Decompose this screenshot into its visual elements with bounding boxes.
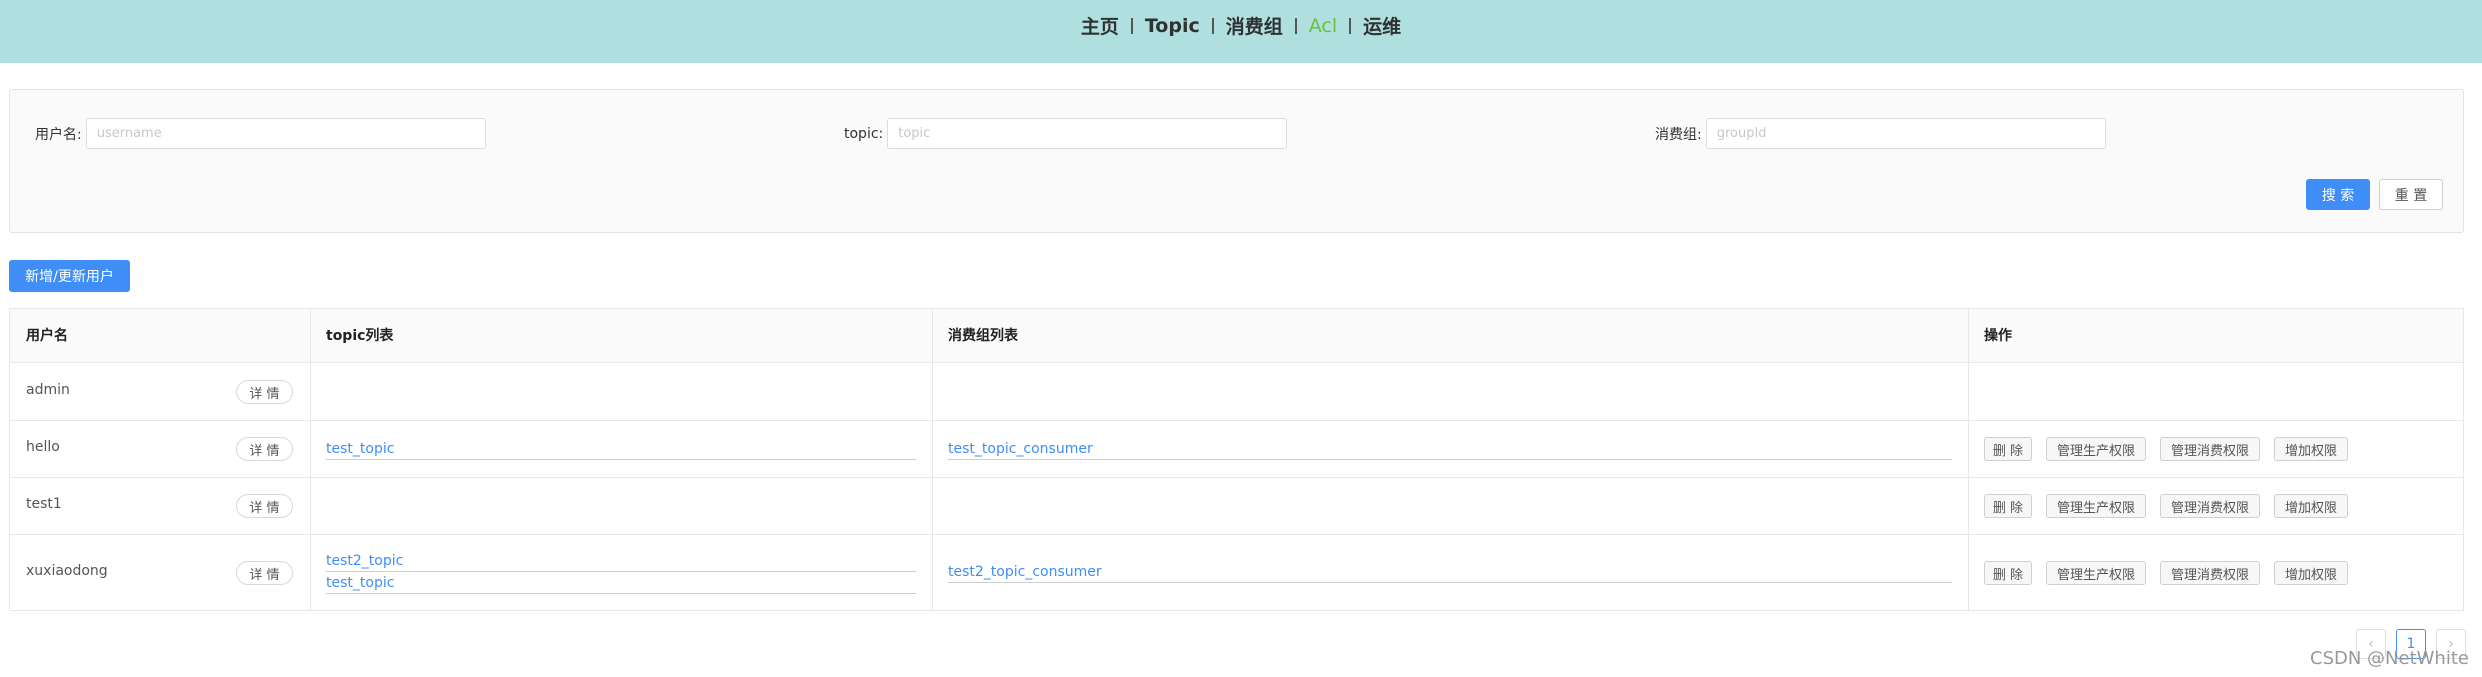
username-input[interactable]: [85, 118, 486, 149]
delete-button[interactable]: 删 除: [1984, 561, 2032, 585]
group-field: 消费组:: [1655, 118, 2106, 149]
add-permission-button[interactable]: 增加权限: [2274, 494, 2348, 518]
manage-produce-permission-button[interactable]: 管理生产权限: [2046, 494, 2146, 518]
group-link[interactable]: test2_topic_consumer: [948, 562, 1952, 583]
nav-ops[interactable]: 运维: [1363, 12, 1401, 39]
row-username: xuxiaodong: [26, 563, 108, 579]
username-field: 用户名:: [35, 118, 486, 149]
delete-button[interactable]: 删 除: [1984, 494, 2032, 518]
nav-separator: [1349, 17, 1352, 34]
manage-produce-permission-button[interactable]: 管理生产权限: [2046, 437, 2146, 461]
manage-consume-permission-button[interactable]: 管理消费权限: [2160, 561, 2260, 585]
table-row: hello 详 情 test_topic test_topic_consumer…: [10, 421, 2463, 478]
detail-button[interactable]: 详 情: [236, 437, 293, 461]
topic-input[interactable]: [887, 118, 1288, 149]
add-permission-button[interactable]: 增加权限: [2274, 561, 2348, 585]
header-username: 用户名: [26, 328, 68, 344]
header-topic-list: topic列表: [326, 328, 394, 344]
table-header: 用户名 topic列表 消费组列表 操作: [10, 309, 2463, 363]
topic-link[interactable]: test_topic: [326, 439, 916, 460]
delete-button[interactable]: 删 除: [1984, 437, 2032, 461]
search-button[interactable]: 搜 索: [2306, 179, 2370, 210]
reset-button[interactable]: 重 置: [2379, 179, 2443, 210]
nav-topic[interactable]: Topic: [1145, 15, 1200, 37]
topic-field: topic:: [844, 118, 1288, 149]
row-username: test1: [26, 496, 62, 512]
table-row: test1 详 情 删 除 管理生产权限 管理消费权限 增加权限: [10, 478, 2463, 535]
top-navigation: 主页 Topic 消费组 Acl 运维: [0, 0, 2482, 63]
nav-acl[interactable]: Acl: [1309, 15, 1337, 37]
manage-produce-permission-button[interactable]: 管理生产权限: [2046, 561, 2146, 585]
username-label: 用户名:: [35, 126, 82, 143]
add-permission-button[interactable]: 增加权限: [2274, 437, 2348, 461]
detail-button[interactable]: 详 情: [236, 380, 293, 404]
header-group-list: 消费组列表: [948, 328, 1018, 344]
group-label: 消费组:: [1655, 126, 1702, 143]
add-update-user-button[interactable]: 新增/更新用户: [9, 260, 130, 292]
watermark: CSDN @NetWhite: [2310, 648, 2469, 669]
topic-label: topic:: [844, 125, 884, 142]
group-input[interactable]: [1705, 118, 2106, 149]
table-row: admin 详 情: [10, 363, 2463, 421]
nav-consumer-group[interactable]: 消费组: [1226, 12, 1283, 39]
topic-link[interactable]: test_topic: [326, 573, 916, 594]
nav-separator: [1130, 17, 1133, 34]
row-username: admin: [26, 382, 70, 398]
detail-button[interactable]: 详 情: [236, 494, 293, 518]
nav-home[interactable]: 主页: [1081, 12, 1119, 39]
nav-separator: [1294, 17, 1297, 34]
group-link[interactable]: test_topic_consumer: [948, 439, 1952, 460]
detail-button[interactable]: 详 情: [236, 561, 293, 585]
topic-link[interactable]: test2_topic: [326, 551, 916, 572]
nav-separator: [1211, 17, 1214, 34]
user-table: 用户名 topic列表 消费组列表 操作 admin 详 情 hello 详 情…: [9, 308, 2464, 611]
search-panel: 用户名: topic: 消费组: 搜 索 重 置: [9, 89, 2464, 233]
header-actions: 操作: [1984, 328, 2012, 344]
manage-consume-permission-button[interactable]: 管理消费权限: [2160, 437, 2260, 461]
table-row: xuxiaodong 详 情 test2_topic test_topic te…: [10, 535, 2463, 612]
row-username: hello: [26, 439, 60, 455]
manage-consume-permission-button[interactable]: 管理消费权限: [2160, 494, 2260, 518]
